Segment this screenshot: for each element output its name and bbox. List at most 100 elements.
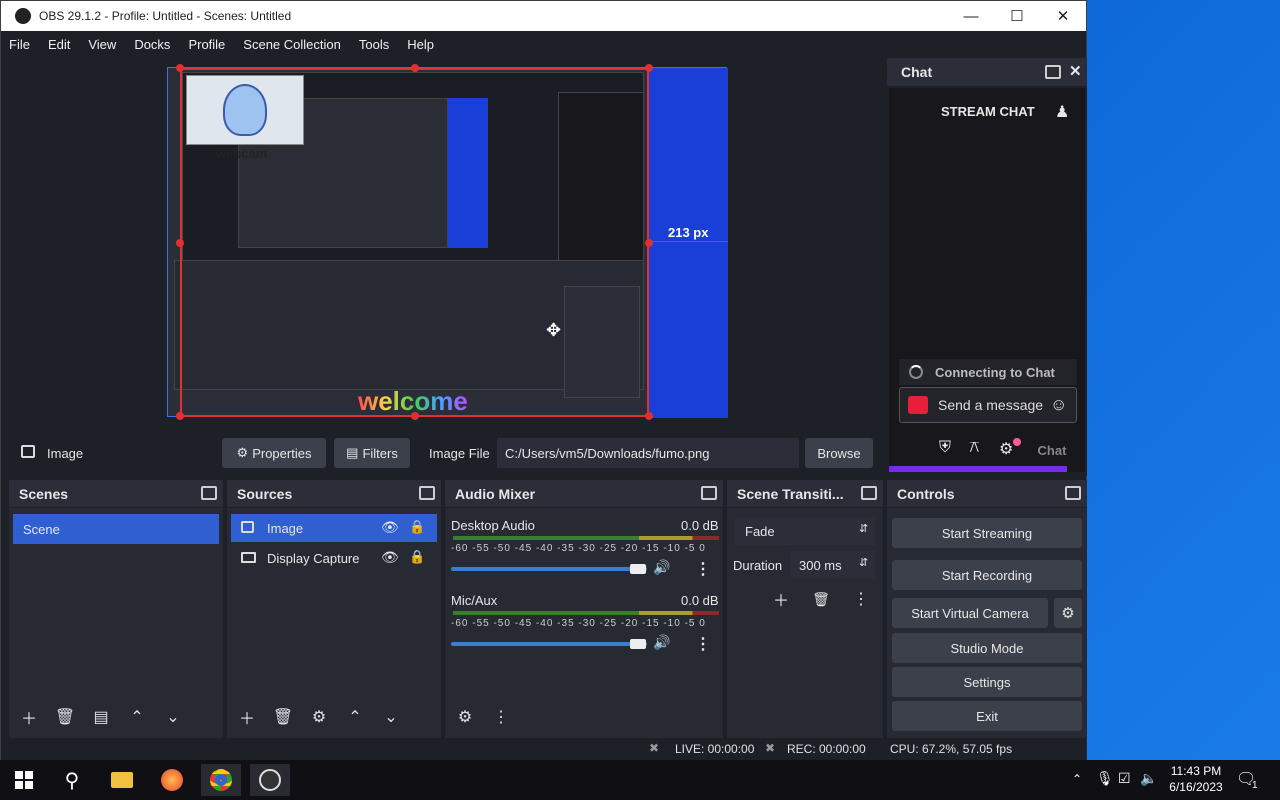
search-icon[interactable]: ⚲ — [52, 764, 92, 796]
eye-icon[interactable]: 👁 — [381, 549, 399, 566]
float-dock-icon[interactable] — [861, 486, 877, 500]
resize-handle-l[interactable] — [176, 239, 184, 247]
studio-mode-button[interactable]: Studio Mode — [892, 633, 1082, 663]
menu-file[interactable]: File — [9, 37, 30, 52]
lock-icon[interactable]: 🔒 — [409, 519, 425, 535]
arrow-up-icon[interactable]: ⌃ — [341, 705, 369, 729]
resize-handle-br[interactable] — [645, 412, 653, 420]
float-dock-icon[interactable] — [701, 486, 717, 500]
resize-handle-tl[interactable] — [176, 64, 184, 72]
maximize-button[interactable]: ☐ — [994, 1, 1040, 31]
browse-button[interactable]: Browse — [805, 438, 873, 468]
audio-toolbar: ⚙ ⋮ — [445, 703, 723, 731]
shield-icon[interactable]: ⛨ — [939, 439, 951, 457]
add-icon[interactable]: ＋ — [15, 705, 43, 729]
virtual-camera-settings-icon[interactable]: ⚙ — [1054, 598, 1082, 628]
start-recording-button[interactable]: Start Recording — [892, 560, 1082, 590]
sources-title: Sources — [237, 485, 293, 502]
resize-handle-b[interactable] — [411, 412, 419, 420]
eye-icon[interactable]: 👁 — [381, 519, 399, 536]
properties-button[interactable]: ⚙ Properties — [222, 438, 326, 468]
arrow-up-icon[interactable]: ⌃ — [123, 705, 151, 729]
volume-slider-handle[interactable] — [630, 639, 646, 649]
float-dock-icon[interactable] — [419, 486, 435, 500]
filter-icon: ▤ — [346, 445, 359, 460]
minimize-button[interactable]: — — [948, 1, 994, 31]
start-virtual-camera-button[interactable]: Start Virtual Camera — [892, 598, 1048, 628]
volume-meter — [453, 611, 719, 615]
more-options-icon[interactable]: ⋮ — [487, 705, 515, 729]
start-streaming-button[interactable]: Start Streaming — [892, 518, 1082, 548]
more-options-icon[interactable]: ⋮ — [695, 634, 711, 654]
firefox-icon[interactable] — [152, 764, 192, 796]
preview-canvas[interactable]: webcam welcome 213 px ✥ — [167, 64, 728, 420]
obs-taskbar-icon[interactable] — [250, 764, 290, 796]
gear-icon[interactable]: ⚙ — [305, 705, 333, 729]
more-options-icon[interactable]: ⋮ — [695, 559, 711, 579]
windows-start-icon[interactable] — [4, 764, 44, 796]
chevron-up-icon[interactable]: ⌃ — [1072, 772, 1082, 786]
trash-icon[interactable]: 🗑 — [269, 705, 297, 729]
more-options-icon[interactable]: ⋮ — [847, 587, 875, 611]
duration-input[interactable]: 300 ms ⇵ — [791, 551, 875, 579]
send-message-input[interactable]: Send a message ☺ — [899, 387, 1077, 423]
source-item-display-capture[interactable]: Display Capture 👁 🔒 — [231, 544, 437, 572]
selection-box[interactable] — [180, 68, 649, 417]
chat-button[interactable]: Chat — [1029, 439, 1075, 461]
arrow-down-icon[interactable]: ⌄ — [159, 705, 187, 729]
transition-select[interactable]: Fade ⇵ — [735, 517, 875, 545]
resize-handle-t[interactable] — [411, 64, 419, 72]
menu-edit[interactable]: Edit — [48, 37, 70, 52]
close-dock-icon[interactable]: ✕ — [1069, 62, 1082, 80]
float-dock-icon[interactable] — [1045, 65, 1061, 79]
volume-icon[interactable]: 🔈 — [1140, 770, 1157, 787]
menu-scene-collection[interactable]: Scene Collection — [243, 37, 341, 52]
preview-area[interactable]: webcam welcome 213 px ✥ — [9, 58, 885, 428]
clock[interactable]: 11:43 PM 6/16/2023 — [1164, 764, 1228, 794]
exit-button[interactable]: Exit — [892, 701, 1082, 731]
close-button[interactable]: ✕ — [1040, 1, 1086, 31]
menu-profile[interactable]: Profile — [188, 37, 225, 52]
scene-item[interactable]: Scene — [13, 514, 219, 544]
arrow-down-icon[interactable]: ⌄ — [377, 705, 405, 729]
network-icon[interactable]: ☑ — [1118, 770, 1131, 787]
resize-handle-tr[interactable] — [645, 64, 653, 72]
source-item-image[interactable]: Image 👁 🔒 — [231, 514, 437, 542]
cpu-status: CPU: 67.2%, 57.05 fps — [890, 742, 1013, 756]
menu-tools[interactable]: Tools — [359, 37, 389, 52]
lock-icon[interactable]: 🔒 — [409, 549, 425, 565]
chrome-icon[interactable] — [201, 764, 241, 796]
filters-button[interactable]: ▤ Filters — [334, 438, 410, 468]
volume-slider[interactable] — [451, 567, 647, 571]
float-dock-icon[interactable] — [1065, 486, 1081, 500]
file-explorer-icon[interactable] — [102, 764, 142, 796]
trash-icon[interactable]: 🗑 — [51, 705, 79, 729]
connecting-text: Connecting to Chat — [935, 364, 1055, 380]
speaker-icon[interactable]: 🔊 — [653, 634, 670, 651]
settings-button[interactable]: Settings — [892, 667, 1082, 697]
camera-icon — [908, 396, 928, 414]
menu-help[interactable]: Help — [407, 37, 434, 52]
volume-slider-handle[interactable] — [630, 564, 646, 574]
menu-view[interactable]: View — [88, 37, 116, 52]
chat-progress-bar — [889, 466, 1067, 472]
gear-icon[interactable]: ⚙ — [451, 705, 479, 729]
trash-icon[interactable]: 🗑 — [807, 587, 835, 611]
resize-handle-bl[interactable] — [176, 412, 184, 420]
image-file-path[interactable]: C:/Users/vm5/Downloads/fumo.png — [497, 438, 799, 468]
users-icon[interactable]: ♟ — [1055, 102, 1069, 122]
reward-icon[interactable]: ⚻ — [969, 439, 980, 457]
microphone-icon[interactable]: 🎙 — [1096, 770, 1114, 787]
menu-docks[interactable]: Docks — [134, 37, 170, 52]
chevron-updown-icon[interactable]: ⇵ — [859, 556, 868, 569]
float-dock-icon[interactable] — [201, 486, 217, 500]
volume-meter — [453, 536, 719, 540]
add-icon[interactable]: ＋ — [233, 705, 261, 729]
gear-icon[interactable]: ⚙ — [999, 439, 1013, 459]
speaker-icon[interactable]: 🔊 — [653, 559, 670, 576]
add-icon[interactable]: ＋ — [767, 587, 795, 611]
emoji-icon[interactable]: ☺ — [1050, 395, 1067, 415]
filter-icon[interactable]: ▤ — [87, 705, 115, 729]
scenes-toolbar: ＋ 🗑 ▤ ⌃ ⌄ — [9, 703, 223, 731]
volume-slider[interactable] — [451, 642, 647, 646]
